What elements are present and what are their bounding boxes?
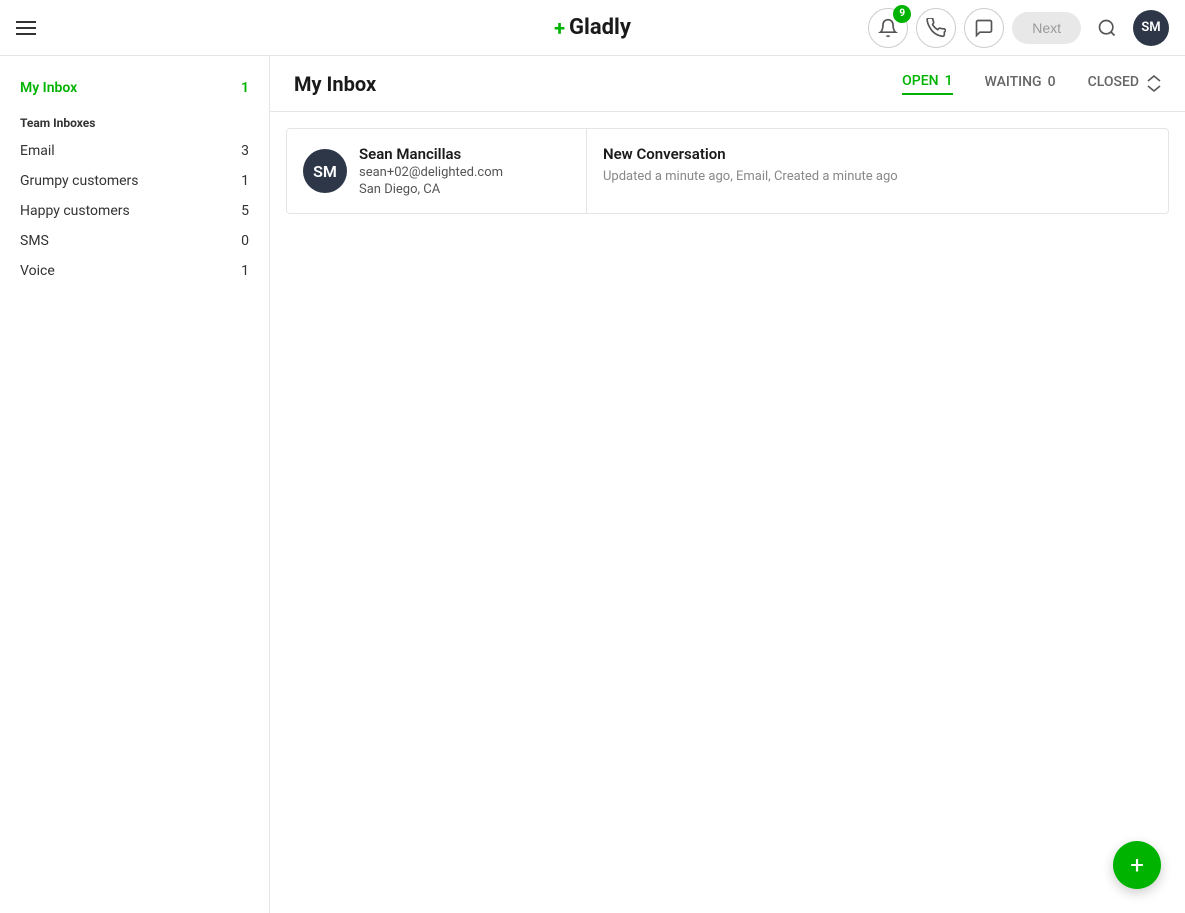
sidebar-email-label: Email [20,143,55,159]
sidebar-item-grumpy-customers[interactable]: Grumpy customers 1 [0,166,269,196]
sidebar-happy-label: Happy customers [20,203,130,219]
header-left [16,21,36,35]
contact-name: Sean Mancillas [359,145,503,163]
tab-waiting[interactable]: WAITING 0 [985,74,1056,94]
my-inbox-label: My Inbox [20,80,77,96]
sidebar-item-sms[interactable]: SMS 0 [0,226,269,256]
sidebar-item-my-inbox[interactable]: My Inbox 1 [0,72,269,104]
contact-email: sean+02@delighted.com [359,165,503,180]
conversation-card[interactable]: SM Sean Mancillas sean+02@delighted.com … [286,128,1169,214]
tab-open-label: OPEN [902,73,938,89]
sidebar-sms-count: 0 [241,233,249,249]
sidebar-happy-count: 5 [241,203,249,219]
logo-text: Gladly [569,15,631,40]
conversation-detail: New Conversation Updated a minute ago, E… [587,129,1168,213]
sidebar-voice-label: Voice [20,263,55,279]
main-header: My Inbox OPEN 1 WAITING 0 CLOSED [270,56,1185,112]
sidebar: My Inbox 1 Team Inboxes Email 3 Grumpy c… [0,56,270,913]
tab-waiting-count: 0 [1048,74,1056,90]
sidebar-grumpy-count: 1 [241,173,249,189]
contact-info: Sean Mancillas sean+02@delighted.com San… [359,145,503,197]
logo-plus: + [554,16,565,40]
notifications-button[interactable]: 9 [868,8,908,48]
team-inboxes-header: Team Inboxes [0,104,269,136]
sidebar-email-count: 3 [241,143,249,159]
contact-avatar: SM [303,149,347,193]
chevrons[interactable] [1147,75,1161,93]
sidebar-sms-label: SMS [20,233,49,249]
tab-waiting-label: WAITING [985,74,1042,90]
header-center: + Gladly [554,15,631,40]
main-content: My Inbox OPEN 1 WAITING 0 CLOSED [270,56,1185,913]
contact-panel: SM Sean Mancillas sean+02@delighted.com … [287,129,587,213]
user-avatar[interactable]: SM [1133,10,1169,46]
conversation-meta: Updated a minute ago, Email, Created a m… [603,169,1152,184]
tabs: OPEN 1 WAITING 0 CLOSED [902,73,1139,95]
contact-header: SM Sean Mancillas sean+02@delighted.com … [303,145,570,197]
header-right: 9 Next SM [868,8,1169,48]
chat-button[interactable] [964,8,1004,48]
sidebar-item-happy-customers[interactable]: Happy customers 5 [0,196,269,226]
header: + Gladly 9 Next SM [0,0,1185,56]
create-button[interactable]: + [1113,841,1161,889]
sidebar-item-voice[interactable]: Voice 1 [0,256,269,286]
tab-open[interactable]: OPEN 1 [902,73,952,95]
sidebar-voice-count: 1 [241,263,249,279]
tab-open-count: 1 [945,73,953,89]
notification-badge: 9 [893,5,911,23]
sidebar-item-email[interactable]: Email 3 [0,136,269,166]
sidebar-grumpy-label: Grumpy customers [20,173,139,189]
next-button[interactable]: Next [1012,12,1081,44]
phone-button[interactable] [916,8,956,48]
page-title: My Inbox [294,72,902,96]
search-button[interactable] [1089,10,1125,46]
conversation-list: SM Sean Mancillas sean+02@delighted.com … [270,112,1185,913]
logo: + Gladly [554,15,631,40]
tab-closed[interactable]: CLOSED [1088,74,1139,94]
layout: My Inbox 1 Team Inboxes Email 3 Grumpy c… [0,56,1185,913]
contact-location: San Diego, CA [359,182,503,197]
tab-closed-label: CLOSED [1088,74,1139,90]
conversation-title: New Conversation [603,145,1152,163]
my-inbox-count: 1 [241,80,249,96]
menu-icon[interactable] [16,21,36,35]
